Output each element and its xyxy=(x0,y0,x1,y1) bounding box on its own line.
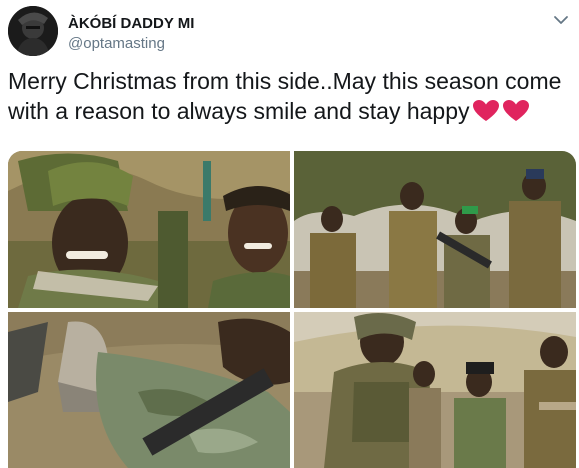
photo-2[interactable] xyxy=(294,151,576,308)
user-handle[interactable]: @optamasting xyxy=(68,35,165,52)
display-name[interactable]: ÀKÓBÍ DADDY MI xyxy=(68,15,194,32)
red-heart-icon xyxy=(472,99,500,123)
avatar[interactable] xyxy=(8,6,58,56)
chevron-down-icon[interactable] xyxy=(551,10,571,30)
photo-1[interactable] xyxy=(8,151,290,308)
tweet-text-block: Merry Christmas from this side..May this… xyxy=(8,66,568,126)
red-heart-icon xyxy=(502,99,530,123)
media-grid xyxy=(8,151,576,468)
tweet-header: ÀKÓBÍ DADDY MI @optamasting xyxy=(8,6,571,58)
photo-4[interactable] xyxy=(294,312,576,468)
photo-3[interactable] xyxy=(8,312,290,468)
